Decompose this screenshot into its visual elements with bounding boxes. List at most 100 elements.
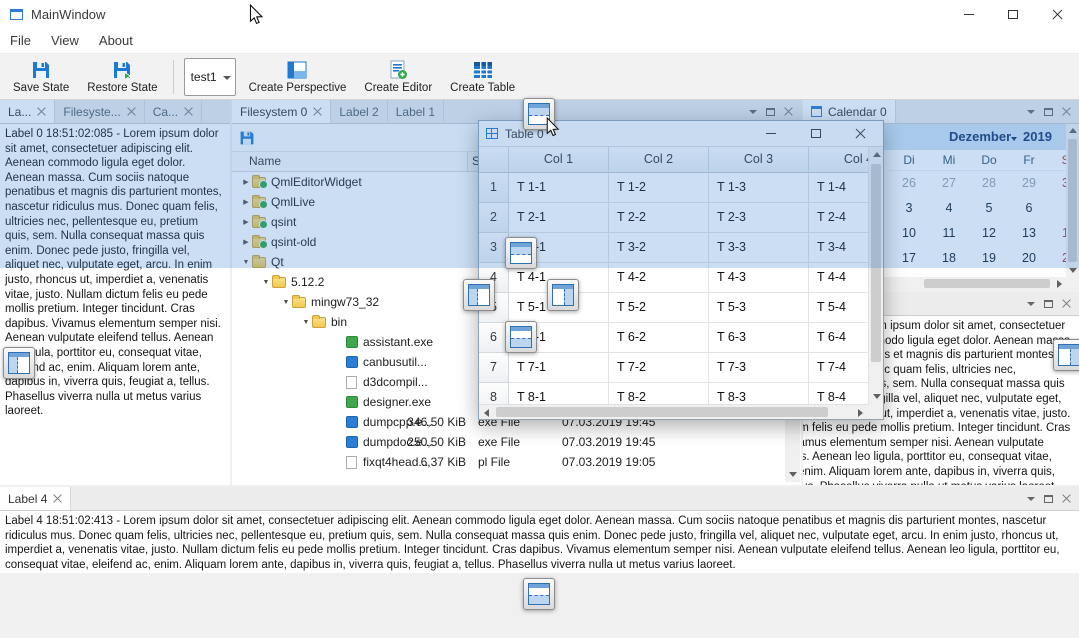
drop-indicator-left-edge[interactable]	[3, 347, 35, 379]
calendar-month-button[interactable]: Dezember	[949, 129, 1011, 144]
calendar-date-cell[interactable]: 11	[929, 221, 969, 246]
drop-indicator-bottom-edge[interactable]	[523, 578, 555, 610]
drop-indicator-area-right[interactable]	[547, 279, 579, 311]
table-vertical-scrollbar[interactable]	[868, 147, 883, 404]
tabs-menu-icon[interactable]	[1027, 302, 1035, 306]
close-button[interactable]	[1035, 0, 1079, 28]
close-area-icon[interactable]	[1062, 494, 1071, 503]
table-cell[interactable]: T 7-1	[509, 353, 609, 383]
table-cell[interactable]: T 3-2	[609, 233, 709, 263]
close-tab-icon[interactable]	[127, 107, 136, 116]
collapse-arrow-icon[interactable]: ▼	[280, 299, 292, 306]
table-column-header[interactable]: Col 3	[709, 147, 809, 173]
calendar-date-cell[interactable]: 19	[969, 246, 1009, 271]
table-cell[interactable]: T 7-3	[709, 353, 809, 383]
menu-view[interactable]: View	[41, 28, 89, 54]
minimize-button[interactable]	[947, 0, 991, 28]
close-area-icon[interactable]	[1062, 107, 1071, 116]
tab-calendar-1[interactable]: Ca...	[145, 100, 202, 123]
calendar-year-button[interactable]: 2019	[1023, 129, 1052, 144]
undock-icon[interactable]	[766, 108, 775, 116]
table-column-header[interactable]: Col 1	[509, 147, 609, 173]
drop-indicator-top-edge[interactable]	[523, 98, 555, 130]
table-cell[interactable]: T 5-4	[809, 293, 868, 323]
table-cell[interactable]: T 7-2	[609, 353, 709, 383]
close-area-icon[interactable]	[784, 107, 793, 116]
maximize-button[interactable]	[991, 0, 1035, 28]
scroll-down-icon[interactable]	[1066, 264, 1079, 277]
calendar-date-cell[interactable]: 27	[929, 171, 969, 196]
menu-about[interactable]: About	[89, 28, 143, 54]
scroll-right-icon[interactable]	[853, 405, 868, 420]
table-cell[interactable]: T 6-2	[609, 323, 709, 353]
create-editor-button[interactable]: Create Editor	[355, 55, 441, 99]
tree-item[interactable]: dumpdoc.e...250,50 KiBexe File07.03.2019…	[232, 432, 801, 452]
close-tab-icon[interactable]	[53, 494, 62, 503]
table-column-header[interactable]: Col 2	[609, 147, 709, 173]
floating-window-table0[interactable]: Table 0 Col 1Col 2Col 3Col 4 1T 1-1T 1-2…	[478, 120, 884, 420]
scrollbar-thumb[interactable]	[924, 279, 1050, 288]
calendar-date-cell[interactable]: 4	[929, 196, 969, 221]
expand-arrow-icon[interactable]: ▶	[240, 198, 252, 206]
close-tab-icon[interactable]	[184, 107, 193, 116]
calendar-date-cell[interactable]: 13	[1009, 221, 1049, 246]
tab-label-0[interactable]: La...	[0, 100, 55, 123]
table-row-header[interactable]: 8	[479, 383, 509, 404]
collapse-arrow-icon[interactable]: ▼	[240, 259, 252, 266]
column-header-name[interactable]: Name	[232, 152, 468, 171]
tab-label-1[interactable]: Label 1	[388, 100, 444, 123]
undock-icon[interactable]	[1044, 300, 1053, 308]
scrollbar-thumb[interactable]	[871, 164, 881, 362]
table-row-header[interactable]: 2	[479, 203, 509, 233]
table-cell[interactable]: T 4-2	[609, 263, 709, 293]
table-cell[interactable]: T 8-2	[609, 383, 709, 404]
table-cell[interactable]: T 2-1	[509, 203, 609, 233]
calendar-date-cell[interactable]: 6	[1009, 196, 1049, 221]
table-cell[interactable]: T 1-4	[809, 173, 868, 203]
calendar-vertical-scrollbar[interactable]	[1066, 124, 1079, 277]
tab-filesystem-1[interactable]: Filesyste...	[55, 100, 144, 123]
table-horizontal-scrollbar[interactable]	[479, 404, 868, 419]
tree-item[interactable]: fixqt4head...6,37 KiBpl File07.03.2019 1…	[232, 452, 801, 472]
tabs-menu-icon[interactable]	[749, 110, 757, 114]
perspective-combobox[interactable]: test1	[184, 58, 236, 96]
table-cell[interactable]: T 1-2	[609, 173, 709, 203]
expand-arrow-icon[interactable]: ▶	[240, 218, 252, 226]
table-cell[interactable]: T 6-3	[709, 323, 809, 353]
table-row-header[interactable]: 7	[479, 353, 509, 383]
table-cell[interactable]: T 3-4	[809, 233, 868, 263]
tab-filesystem-0[interactable]: Filesystem 0	[232, 100, 331, 123]
table-cell[interactable]: T 4-4	[809, 263, 868, 293]
drop-indicator-right-edge[interactable]	[1053, 339, 1079, 371]
tabs-menu-icon[interactable]	[1027, 110, 1035, 114]
table-cell[interactable]: T 8-1	[509, 383, 609, 404]
table-row-header[interactable]: 1	[479, 173, 509, 203]
expand-arrow-icon[interactable]: ▶	[240, 178, 252, 186]
table-cell[interactable]: T 2-2	[609, 203, 709, 233]
calendar-date-cell[interactable]: 18	[929, 246, 969, 271]
collapse-arrow-icon[interactable]: ▼	[300, 319, 312, 326]
scroll-up-icon[interactable]	[1066, 124, 1079, 137]
table-cell[interactable]: T 2-4	[809, 203, 868, 233]
expand-arrow-icon[interactable]: ▶	[240, 238, 252, 246]
scrollbar-thumb[interactable]	[496, 407, 828, 417]
table-cell[interactable]: T 4-3	[709, 263, 809, 293]
close-tab-icon[interactable]	[313, 107, 322, 116]
save-icon[interactable]	[239, 130, 255, 146]
close-tab-icon[interactable]	[37, 107, 46, 116]
scroll-right-icon[interactable]	[1053, 277, 1066, 290]
table-cell[interactable]: T 8-3	[709, 383, 809, 404]
table-cell[interactable]: T 7-4	[809, 353, 868, 383]
calendar-date-cell[interactable]: 17	[889, 246, 929, 271]
scroll-down-icon[interactable]	[869, 389, 884, 404]
drop-indicator-area-bottom[interactable]	[505, 321, 537, 353]
tabs-menu-icon[interactable]	[1027, 497, 1035, 501]
calendar-date-cell[interactable]: 3	[889, 196, 929, 221]
minimize-button[interactable]	[748, 121, 793, 146]
restore-state-button[interactable]: Restore State	[78, 55, 166, 99]
create-table-button[interactable]: Create Table	[441, 55, 524, 99]
table-cell[interactable]: T 1-3	[709, 173, 809, 203]
calendar-date-cell[interactable]: 26	[889, 171, 929, 196]
calendar-date-cell[interactable]: 5	[969, 196, 1009, 221]
save-state-button[interactable]: Save State	[4, 55, 78, 99]
